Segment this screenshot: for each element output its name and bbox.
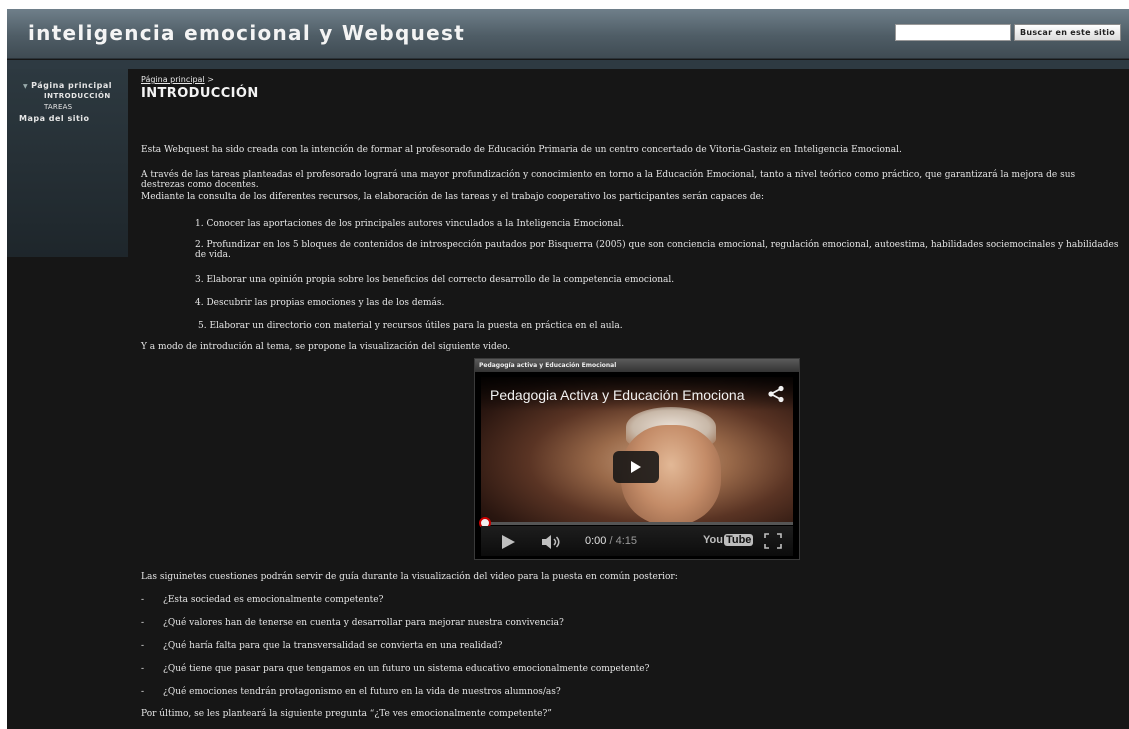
- intro-paragraph: Esta Webquest ha sido creada con la inte…: [141, 145, 902, 155]
- video-play-button[interactable]: [613, 451, 659, 483]
- sidebar-item-mapa[interactable]: Mapa del sitio: [19, 114, 90, 123]
- sidebar-item-home[interactable]: ▼ Página principal: [23, 81, 112, 90]
- video-screen[interactable]: Pedagogia Activa y Educación Emociona: [481, 377, 793, 522]
- question-item: ¿Qué haría falta para que la transversal…: [163, 641, 503, 651]
- search-input[interactable]: [895, 24, 1011, 41]
- page-frame: inteligencia emocional y Webquest Buscar…: [7, 9, 1129, 729]
- closing-paragraph: Por último, se les planteará la siguient…: [141, 709, 552, 719]
- objective-item: 5. Elaborar un directorio con material y…: [198, 321, 623, 331]
- sidebar-item-tareas[interactable]: TAREAS: [44, 103, 72, 111]
- question-item: ¿Qué emociones tendrán protagonismo en e…: [163, 687, 561, 697]
- video-progress-track[interactable]: [481, 522, 793, 525]
- video-current-time: 0:00: [585, 535, 607, 547]
- question-item: ¿Qué valores han de tenerse en cuenta y …: [163, 618, 564, 628]
- objective-item: 1. Conocer las aportaciones de los princ…: [195, 219, 625, 229]
- objective-item: 4. Descubrir las propias emociones y las…: [195, 298, 445, 308]
- fullscreen-icon[interactable]: [764, 533, 782, 549]
- question-item: ¿Esta sociedad es emocionalmente compete…: [163, 595, 384, 605]
- sidebar-item-introduccion[interactable]: INTRODUCCIÓN: [44, 92, 111, 100]
- play-icon: [631, 461, 641, 473]
- video-controls: 0:00 / 4:15 You Tube: [481, 526, 793, 556]
- search-button[interactable]: Buscar en este sitio: [1014, 24, 1121, 41]
- caret-down-icon[interactable]: ▼: [23, 83, 28, 90]
- breadcrumb-separator: >: [207, 75, 214, 84]
- video-frame-title: Pedagogía activa y Educación Emocional: [475, 359, 799, 372]
- question-bullet: -: [141, 664, 145, 674]
- video-time: 0:00 / 4:15: [585, 535, 637, 547]
- tasks-paragraph: A través de las tareas planteadas el pro…: [141, 170, 1076, 190]
- breadcrumb: Página principal >: [141, 75, 214, 84]
- sidebar: ▼ Página principal INTRODUCCIÓN TAREAS Ma…: [7, 69, 128, 257]
- breadcrumb-link-home[interactable]: Página principal: [141, 75, 205, 84]
- video-overlay-title[interactable]: Pedagogia Activa y Educación Emociona: [481, 377, 793, 411]
- video-intro-text: Y a modo de introdución al tema, se prop…: [141, 342, 511, 352]
- play-icon[interactable]: [502, 535, 515, 549]
- sidebar-item-label: Página principal: [31, 81, 112, 90]
- video-overlay-title-text: Pedagogia Activa y Educación Emociona: [490, 387, 745, 403]
- question-bullet: -: [141, 687, 145, 697]
- youtube-logo[interactable]: You Tube: [703, 534, 754, 546]
- video-player[interactable]: Pedagogía activa y Educación Emocional P…: [474, 358, 800, 560]
- question-bullet: -: [141, 595, 145, 605]
- objective-item: 3. Elaborar una opinión propia sobre los…: [195, 275, 675, 285]
- objective-item: 2. Profundizar en los 5 bloques de conte…: [195, 240, 1119, 260]
- questions-intro: Las siguinetes cuestiones podrán servir …: [141, 572, 678, 582]
- question-bullet: -: [141, 641, 145, 651]
- site-title[interactable]: inteligencia emocional y Webquest: [28, 21, 465, 45]
- youtube-logo-you: You: [703, 534, 723, 546]
- header-band: [7, 60, 1129, 69]
- video-duration: / 4:15: [609, 535, 638, 547]
- youtube-logo-tube: Tube: [723, 534, 754, 546]
- site-header: inteligencia emocional y Webquest Buscar…: [7, 9, 1129, 59]
- share-icon[interactable]: [767, 385, 785, 403]
- question-bullet: -: [141, 618, 145, 628]
- question-item: ¿Qué tiene que pasar para que tengamos e…: [163, 664, 650, 674]
- capacities-paragraph: Mediante la consulta de los diferentes r…: [141, 192, 765, 202]
- page-title: INTRODUCCIÓN: [141, 86, 259, 101]
- volume-icon[interactable]: [541, 534, 563, 550]
